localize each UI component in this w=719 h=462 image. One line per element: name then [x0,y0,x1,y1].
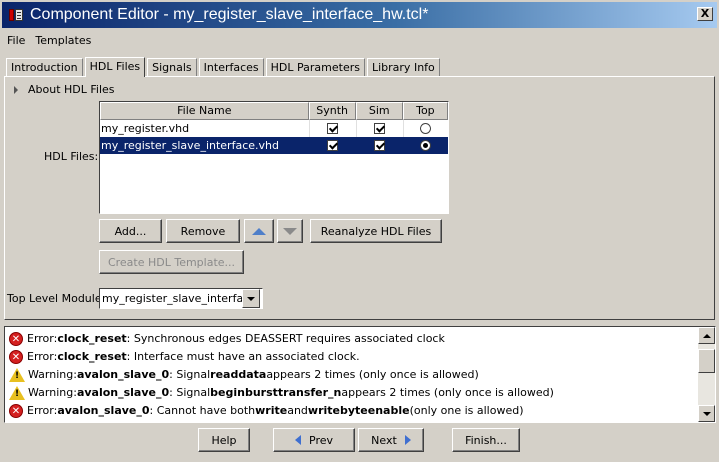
error-icon: ✕ [9,331,23,346]
message-item: ✕ Error: avalon_slave_0: Cannot have bot… [9,402,524,419]
hdl-files-label: HDL Files: [44,150,99,163]
top-level-module-value: my_register_slave_interface [102,292,242,305]
tab-strip: Introduction HDL Files Signals Interface… [6,57,442,77]
message-prefix: Warning: [28,368,77,381]
column-header-synth[interactable]: Synth [308,102,356,120]
warning-icon: ! [9,367,25,382]
error-icon: ✕ [9,349,23,364]
top-level-module-select[interactable]: my_register_slave_interface [99,288,263,309]
file-name-cell: my_register_slave_interface.vhd [101,139,279,152]
scroll-down-button[interactable] [698,405,715,422]
message-prefix: Error: [27,350,58,363]
chevron-down-icon [247,296,255,301]
finish-button[interactable]: Finish... [452,428,520,452]
tab-signals[interactable]: Signals [147,58,197,76]
menu-file[interactable]: File [2,34,30,47]
arrow-up-icon [252,227,266,235]
file-name-cell: my_register.vhd [101,122,190,135]
tab-interfaces[interactable]: Interfaces [198,58,264,76]
arrow-right-icon [404,435,411,445]
tab-hdl-files[interactable]: HDL Files [84,57,146,77]
next-button[interactable]: Next [358,428,424,452]
about-hdl-files-label: About HDL Files [28,83,115,96]
help-button[interactable]: Help [198,428,250,452]
menu-bar: File Templates [2,30,717,50]
messages-scrollbar[interactable] [698,327,715,422]
top-radio[interactable] [420,140,432,151]
top-radio[interactable] [420,123,432,134]
table-row[interactable]: my_register.vhd [100,120,448,137]
scroll-thumb[interactable] [698,349,715,373]
arrow-down-icon [702,411,711,416]
reanalyze-hdl-files-button[interactable]: Reanalyze HDL Files [310,219,442,243]
warning-icon: ! [9,385,25,400]
message-prefix: Error: [27,332,58,345]
messages-panel: ✕ Error: clock_reset: Synchronous edges … [4,326,716,423]
remove-button[interactable]: Remove [166,219,240,243]
arrow-left-icon [295,435,301,445]
tab-library-info[interactable]: Library Info [366,58,440,76]
table-row[interactable]: my_register_slave_interface.vhd [100,137,448,154]
column-header-file-name[interactable]: File Name [100,102,309,120]
menu-templates[interactable]: Templates [30,34,96,47]
app-icon [8,7,24,23]
arrow-down-icon [283,227,297,235]
message-prefix: Error: [27,404,58,417]
tab-introduction[interactable]: Introduction [6,58,83,76]
message-item: ✕ Error: clock_reset: Synchronous edges … [9,330,445,347]
close-button[interactable]: X [697,7,713,21]
window-title: Component Editor - my_register_slave_int… [30,6,429,23]
synth-checkbox[interactable] [327,123,339,134]
message-item: ! Warning: avalon_slave_0: Signal beginb… [9,384,554,401]
top-level-module-label: Top Level Module: [7,292,106,305]
message-prefix: Warning: [28,386,77,399]
hdl-files-table: File Name Synth Sim Top my_register.vhd … [99,101,449,214]
synth-checkbox[interactable] [327,140,339,151]
scroll-up-button[interactable] [698,327,715,344]
error-icon: ✕ [9,403,23,418]
move-down-button[interactable] [277,219,303,243]
message-item: ✕ Error: clock_reset: Interface must hav… [9,348,360,365]
sim-checkbox[interactable] [374,140,386,151]
expand-arrow-icon [14,85,18,94]
sim-checkbox[interactable] [374,123,386,134]
table-header: File Name Synth Sim Top [100,102,448,120]
dropdown-button[interactable] [242,289,260,308]
about-hdl-files-toggle[interactable]: About HDL Files [14,83,115,96]
tab-hdl-parameters[interactable]: HDL Parameters [265,58,365,76]
prev-button[interactable]: Prev [273,428,355,452]
column-header-sim[interactable]: Sim [355,102,403,120]
create-hdl-template-button[interactable]: Create HDL Template... [99,250,244,274]
title-bar[interactable]: Component Editor - my_register_slave_int… [2,2,717,28]
component-editor-window: Component Editor - my_register_slave_int… [0,0,719,462]
add-button[interactable]: Add... [99,219,162,243]
move-up-button[interactable] [244,219,274,243]
column-header-top[interactable]: Top [402,102,448,120]
arrow-up-icon [702,333,711,338]
message-item: ! Warning: avalon_slave_0: Signal readda… [9,366,479,383]
